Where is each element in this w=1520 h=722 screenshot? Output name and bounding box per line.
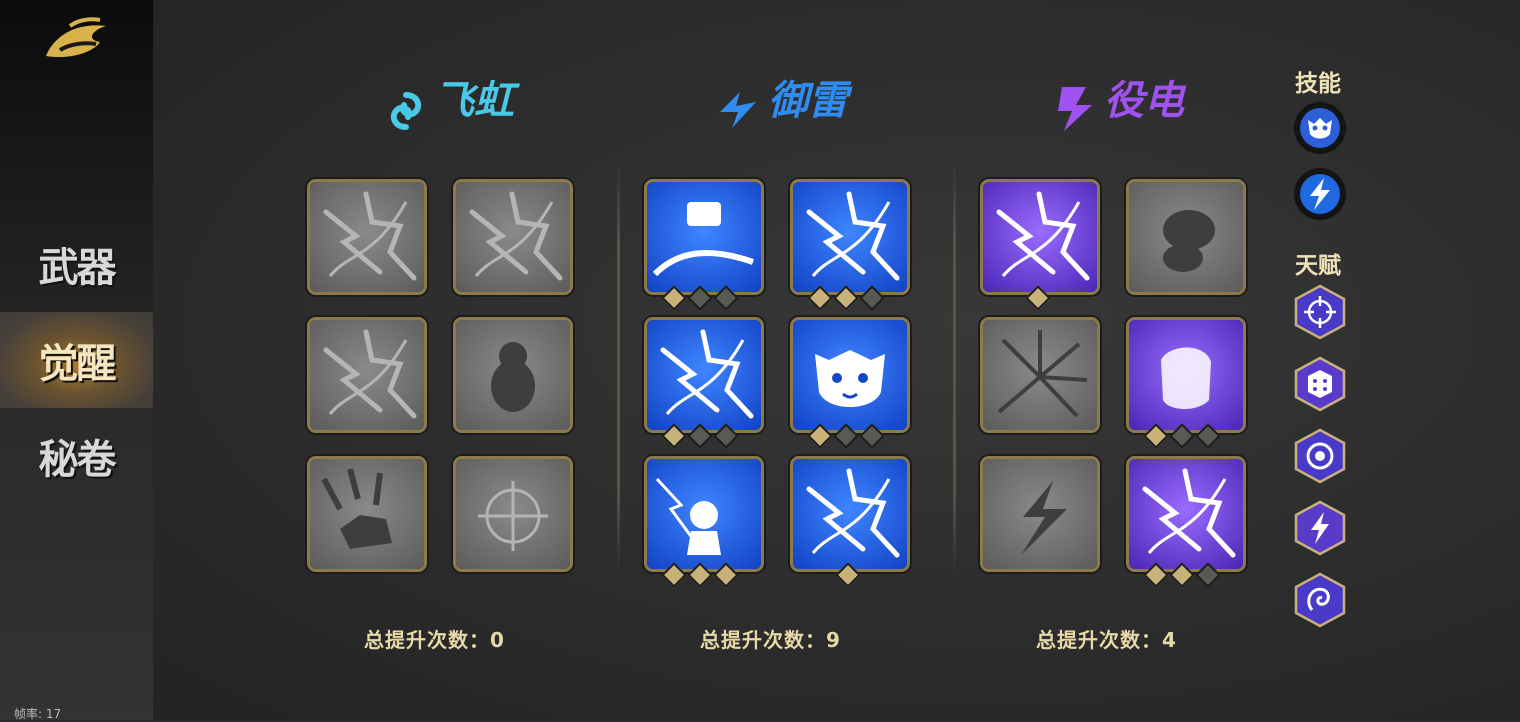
level-gem: [1195, 562, 1221, 588]
upgrade-level-gems: [661, 562, 739, 588]
electric-fist-icon: [1129, 320, 1243, 430]
level-gem: [661, 423, 687, 449]
zigzag-bolt-icon: [983, 459, 1097, 569]
level-gem: [687, 423, 713, 449]
level-gem: [687, 562, 713, 588]
fps-counter: 帧率: 17: [14, 707, 62, 721]
awaken-card[interactable]: [307, 456, 427, 572]
spiral-talent-icon[interactable]: [1294, 572, 1346, 628]
tiger-face-icon: [793, 320, 907, 430]
total-upgrades-feihong: 总提升次数：0: [364, 628, 505, 652]
upgrade-level-gems: [1143, 562, 1221, 588]
lightning-bolt-icon: [1058, 87, 1092, 131]
level-gem: [1169, 423, 1195, 449]
upgrade-level-gems: [807, 423, 885, 449]
column-title-text: 御雷: [768, 77, 848, 124]
level-gem: [661, 285, 687, 311]
lightning-skill-icon[interactable]: [1294, 168, 1346, 220]
level-gem: [1143, 562, 1169, 588]
skills-label: 技能: [1295, 71, 1341, 97]
total-upgrades-yulei: 总提升次数：9: [700, 628, 841, 652]
awaken-card[interactable]: [453, 179, 573, 295]
nav-weapons[interactable]: 武器: [0, 216, 153, 312]
level-gem: [859, 423, 885, 449]
level-gem: [1143, 423, 1169, 449]
wind-slash-icon: [310, 182, 424, 292]
thunder-arrow-icon: [720, 92, 756, 128]
column-title-yulei: 御雷: [716, 56, 850, 146]
awaken-card[interactable]: [453, 456, 573, 572]
column-title-feihong: 飞虹: [384, 56, 516, 146]
bear-figure-icon: [456, 320, 570, 430]
sidebar: 武器 觉醒 秘卷 帧率: 17: [0, 0, 153, 721]
upgrade-level-gems: [807, 285, 885, 311]
cloud-spirit-icon: [1129, 182, 1243, 292]
nav-scrolls[interactable]: 秘卷: [0, 408, 153, 504]
level-gem: [835, 562, 861, 588]
awaken-card[interactable]: [790, 179, 910, 295]
level-gem: [713, 423, 739, 449]
claw-slash-icon: [310, 320, 424, 430]
thunder-god-icon: [647, 459, 761, 569]
level-gem: [1195, 423, 1221, 449]
column-title-yidian: 役电: [1056, 56, 1186, 146]
upgrade-level-gems: [1025, 285, 1051, 311]
lightning-wave-icon: [647, 320, 761, 430]
awaken-card[interactable]: [790, 456, 910, 572]
awaken-card[interactable]: [790, 317, 910, 433]
level-gem: [713, 562, 739, 588]
awaken-card[interactable]: [453, 317, 573, 433]
awaken-card[interactable]: [1126, 456, 1246, 572]
vortex-icon: [456, 182, 570, 292]
awaken-card[interactable]: [980, 317, 1100, 433]
tiger-skill-icon[interactable]: [1294, 102, 1346, 154]
total-upgrades-yidian: 总提升次数：4: [1036, 628, 1177, 652]
level-gem: [807, 423, 833, 449]
talents-label: 天赋: [1295, 253, 1341, 279]
falling-warrior-icon: [310, 459, 424, 569]
level-gem: [833, 285, 859, 311]
awaken-card[interactable]: [644, 317, 764, 433]
level-gem: [1025, 285, 1051, 311]
column-divider: [617, 162, 620, 572]
nav-awaken[interactable]: 觉醒: [0, 312, 153, 408]
awaken-card[interactable]: [644, 456, 764, 572]
chain-lightning-icon: [1129, 459, 1243, 569]
column-title-text: 役电: [1104, 77, 1184, 124]
awaken-card[interactable]: [644, 179, 764, 295]
level-gem: [687, 285, 713, 311]
level-gem: [807, 285, 833, 311]
upgrade-level-gems: [661, 285, 739, 311]
level-gem: [661, 562, 687, 588]
awaken-card[interactable]: [307, 317, 427, 433]
swirl-icon: [390, 92, 422, 130]
level-gem: [833, 423, 859, 449]
upgrade-level-gems: [661, 423, 739, 449]
game-logo-icon: [46, 17, 106, 58]
dice-talent-icon[interactable]: [1294, 356, 1346, 412]
level-gem: [1169, 562, 1195, 588]
awaken-card[interactable]: [980, 179, 1100, 295]
column-title-text: 飞虹: [434, 77, 514, 124]
eye-talent-icon[interactable]: [1294, 428, 1346, 484]
thunder-hammer-icon: [647, 182, 761, 292]
level-gem: [713, 285, 739, 311]
awaken-card[interactable]: [1126, 179, 1246, 295]
upgrade-level-gems: [1143, 423, 1221, 449]
lightning-storm-icon: [793, 182, 907, 292]
purple-lightning-icon: [983, 182, 1097, 292]
awaken-card[interactable]: [1126, 317, 1246, 433]
crosshair-icon: [456, 459, 570, 569]
awaken-card[interactable]: [980, 456, 1100, 572]
level-gem: [859, 285, 885, 311]
upgrade-level-gems: [835, 562, 861, 588]
target-talent-icon[interactable]: [1294, 284, 1346, 340]
awaken-card[interactable]: [307, 179, 427, 295]
column-divider: [953, 162, 956, 572]
lightning-burst-icon: [793, 459, 907, 569]
bolt-talent-icon[interactable]: [1294, 500, 1346, 556]
shatter-icon: [983, 320, 1097, 430]
